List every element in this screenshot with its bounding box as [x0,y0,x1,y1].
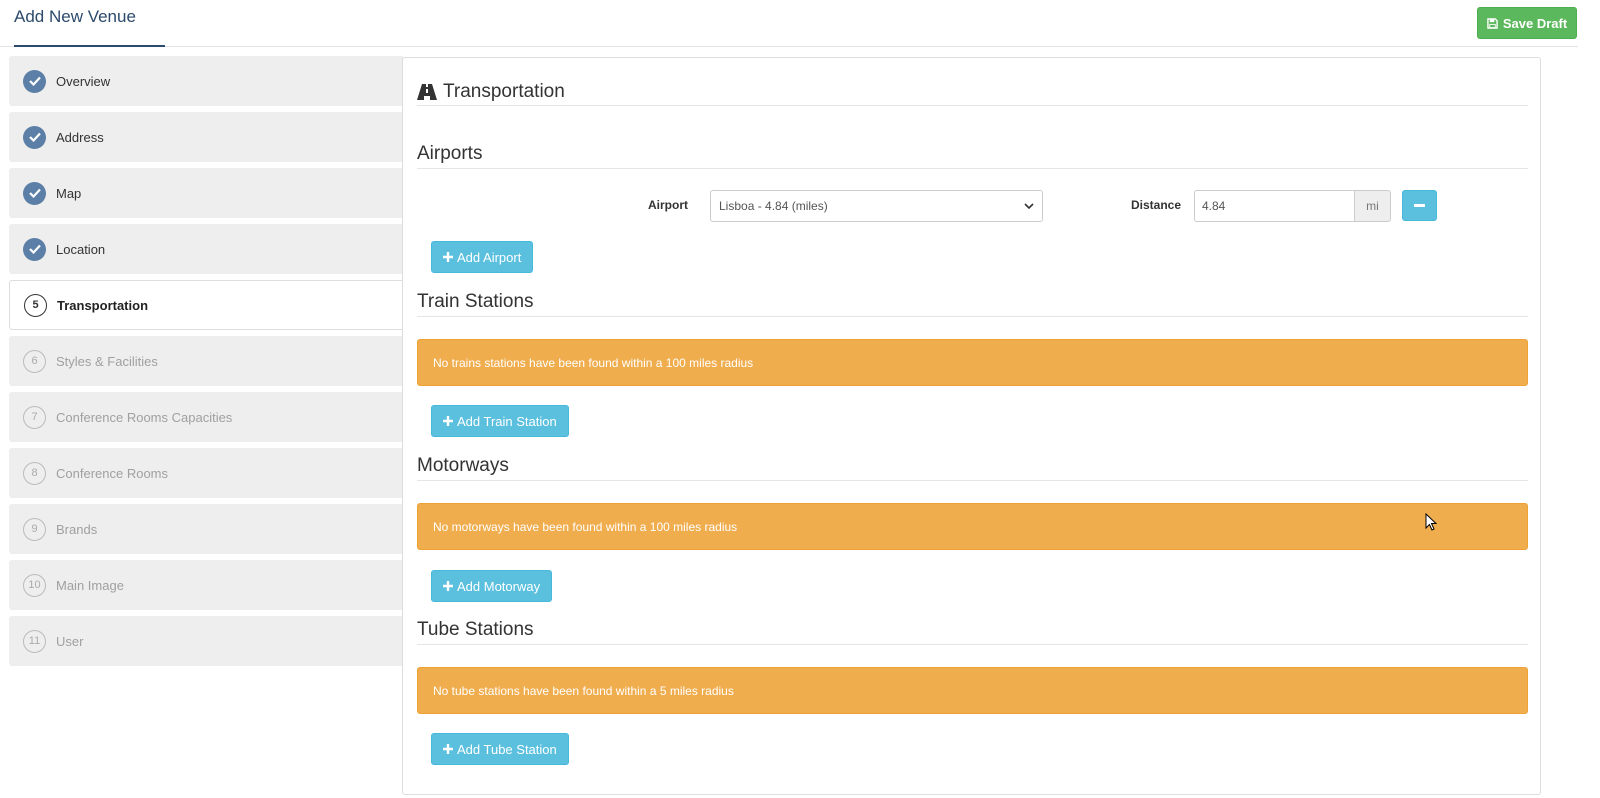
step-label: Overview [56,73,111,89]
page-title: Add New Venue [14,7,136,26]
step-label: Conference Rooms Capacities [56,409,233,425]
step-label: Main Image [56,577,124,593]
distance-label: Distance [1131,198,1182,212]
step-brands[interactable]: 9 Brands [9,504,403,554]
step-number: 9 [23,517,46,541]
save-draft-label: Save Draft [1502,15,1568,31]
step-conference-rooms-capacities[interactable]: 7 Conference Rooms Capacities [9,392,403,442]
airport-label: Airport [648,198,688,212]
step-label: Location [56,241,106,257]
mouse-cursor-icon [1425,513,1437,531]
airport-select-value: Lisboa - 4.84 (miles) [719,199,828,213]
step-overview[interactable]: Overview [9,56,403,106]
panel-title: Transportation [417,78,1528,106]
step-label: Address [56,129,104,145]
title-underline [14,45,165,47]
step-location[interactable]: Location [9,224,403,274]
train-stations-alert: No trains stations have been found withi… [417,339,1528,386]
step-label: Transportation [57,297,149,313]
remove-airport-button[interactable] [1402,190,1437,221]
step-number: 5 [24,293,47,317]
plus-icon [443,581,453,591]
step-label: Map [56,185,82,201]
add-train-station-button[interactable]: Add Train Station [431,405,569,437]
panel-title-text: Transportation [443,80,565,102]
step-label: Styles & Facilities [56,353,158,369]
check-icon [23,237,46,261]
step-label: Brands [56,521,98,537]
airport-select[interactable]: Lisboa - 4.84 (miles) [710,190,1043,222]
check-icon [23,125,46,149]
step-number: 8 [23,461,46,485]
tube-stations-alert: No tube stations have been found within … [417,667,1528,714]
step-transportation[interactable]: 5 Transportation [9,280,403,330]
step-main-image[interactable]: 10 Main Image [9,560,403,610]
plus-icon [443,252,453,262]
add-tube-station-label: Add Tube Station [457,741,557,757]
step-label: Conference Rooms [56,465,168,481]
distance-unit: mi [1354,190,1391,222]
step-number: 7 [23,405,46,429]
step-map[interactable]: Map [9,168,403,218]
motorways-heading: Motorways [417,455,1528,481]
chevron-down-icon [1024,202,1034,209]
add-motorway-label: Add Motorway [457,578,541,594]
plus-icon [443,416,453,426]
step-address[interactable]: Address [9,112,403,162]
add-airport-label: Add Airport [457,249,522,265]
airports-heading: Airports [417,143,1528,169]
add-train-station-label: Add Train Station [457,413,557,429]
save-draft-button[interactable]: Save Draft [1477,7,1577,39]
step-number: 6 [23,349,46,373]
add-tube-station-button[interactable]: Add Tube Station [431,733,569,765]
step-user[interactable]: 11 User [9,616,403,666]
tube-stations-heading: Tube Stations [417,619,1528,645]
page-header: Add New Venue Save Draft [0,0,1578,47]
step-label: User [56,633,84,649]
minus-icon [1414,204,1425,207]
add-airport-button[interactable]: Add Airport [431,241,534,273]
add-motorway-button[interactable]: Add Motorway [431,570,553,602]
step-conference-rooms[interactable]: 8 Conference Rooms [9,448,403,498]
check-icon [23,69,46,93]
train-stations-heading: Train Stations [417,291,1528,317]
step-number: 11 [23,629,46,653]
save-icon [1487,17,1498,29]
check-icon [23,181,46,205]
distance-input-group: 4.84 mi [1194,190,1391,222]
step-styles-facilities[interactable]: 6 Styles & Facilities [9,336,403,386]
step-number: 10 [23,573,46,597]
distance-input[interactable]: 4.84 [1194,190,1354,222]
road-icon [417,83,437,100]
transportation-panel: Transportation Airports Airport Lisboa -… [402,57,1541,795]
motorways-alert: No motorways have been found within a 10… [417,503,1528,550]
plus-icon [443,744,453,754]
